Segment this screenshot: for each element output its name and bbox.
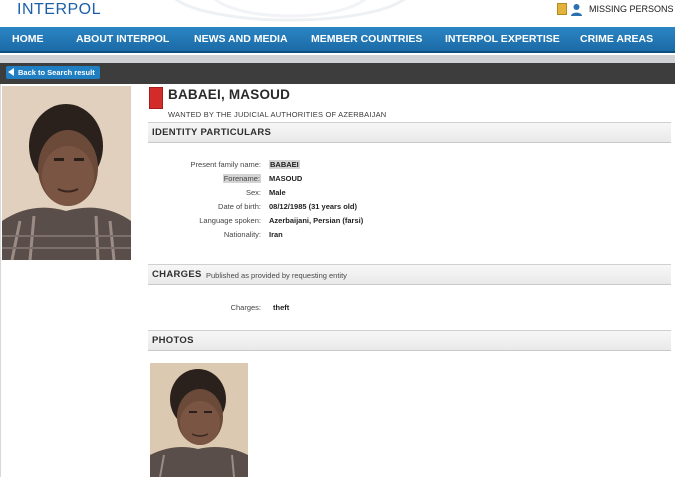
- charges-section-header: CHARGES Published as provided by request…: [148, 264, 671, 285]
- field-value: Male: [269, 188, 286, 197]
- yellow-notice-icon: [557, 3, 567, 15]
- nav-item-news-and-media[interactable]: NEWS AND MEDIA: [194, 27, 288, 51]
- field-date-of-birth: Date of birth: 08/12/1985 (31 years old): [150, 202, 550, 214]
- nav-item-home[interactable]: HOME: [12, 27, 44, 51]
- photo-thumbnail[interactable]: [150, 363, 248, 477]
- field-label: Charges:: [230, 303, 261, 312]
- field-label: Date of birth:: [218, 202, 261, 211]
- nav-item-interpol-expertise[interactable]: INTERPOL EXPERTISE: [445, 27, 560, 51]
- field-value: Iran: [269, 230, 283, 239]
- person-icon: [571, 3, 582, 16]
- missing-persons-label: MISSING PERSONS: [589, 4, 674, 14]
- page: INTERPOL MISSING PERSONS HOME ABOUT INTE…: [0, 0, 675, 477]
- interpol-logo[interactable]: INTERPOL: [17, 1, 101, 19]
- missing-persons-link[interactable]: MISSING PERSONS: [557, 0, 674, 18]
- portrait-image: [2, 86, 131, 260]
- site-header: INTERPOL MISSING PERSONS: [0, 0, 675, 27]
- separator-band: [0, 55, 675, 63]
- person-name: BABAEI, MASOUD: [168, 87, 291, 102]
- field-forename: Forename: MASOUD: [150, 174, 550, 186]
- field-value: theft: [273, 303, 290, 312]
- field-value: Azerbaijani, Persian (farsi): [269, 216, 364, 225]
- nav-item-about-interpol[interactable]: ABOUT INTERPOL: [76, 27, 169, 51]
- thumbnail-image: [150, 363, 248, 477]
- main-photo[interactable]: [2, 86, 131, 260]
- field-label: Forename:: [222, 174, 261, 183]
- identity-section-title: IDENTITY PARTICULARS: [152, 127, 272, 138]
- nav-item-crime-areas[interactable]: CRIME AREAS: [580, 27, 653, 51]
- nav-item-member-countries[interactable]: MEMBER COUNTRIES: [311, 27, 422, 51]
- field-value: MASOUD: [269, 174, 303, 183]
- field-nationality: Nationality: Iran: [150, 230, 550, 242]
- field-label: Sex:: [245, 188, 261, 197]
- field-label: Language spoken:: [199, 216, 261, 225]
- field-sex: Sex: Male: [150, 188, 550, 200]
- globe-watermark-icon: [174, 0, 406, 22]
- field-family-name: Present family name: BABAEI: [150, 160, 550, 172]
- red-notice-flag-icon: [149, 87, 163, 109]
- charges-section-title: CHARGES: [152, 269, 202, 280]
- field-language-spoken: Language spoken: Azerbaijani, Persian (f…: [150, 216, 550, 228]
- photos-section-header: PHOTOS: [148, 330, 671, 351]
- field-value: BABAEI: [269, 160, 300, 169]
- field-value: 08/12/1985 (31 years old): [269, 202, 357, 211]
- field-label: Present family name:: [190, 160, 261, 169]
- photos-section-title: PHOTOS: [152, 335, 194, 346]
- identity-section-header: IDENTITY PARTICULARS: [148, 122, 671, 143]
- charges-section-subtitle: Published as provided by requesting enti…: [206, 271, 347, 280]
- field-charges: Charges: theft: [150, 303, 550, 315]
- toolbar-bar: [0, 63, 675, 84]
- main-navigation: HOME ABOUT INTERPOL NEWS AND MEDIA MEMBE…: [0, 27, 675, 53]
- field-label: Nationality:: [223, 230, 261, 239]
- wanted-by-text: WANTED BY THE JUDICIAL AUTHORITIES OF AZ…: [168, 110, 387, 119]
- back-to-search-button[interactable]: Back to Search result: [6, 66, 100, 79]
